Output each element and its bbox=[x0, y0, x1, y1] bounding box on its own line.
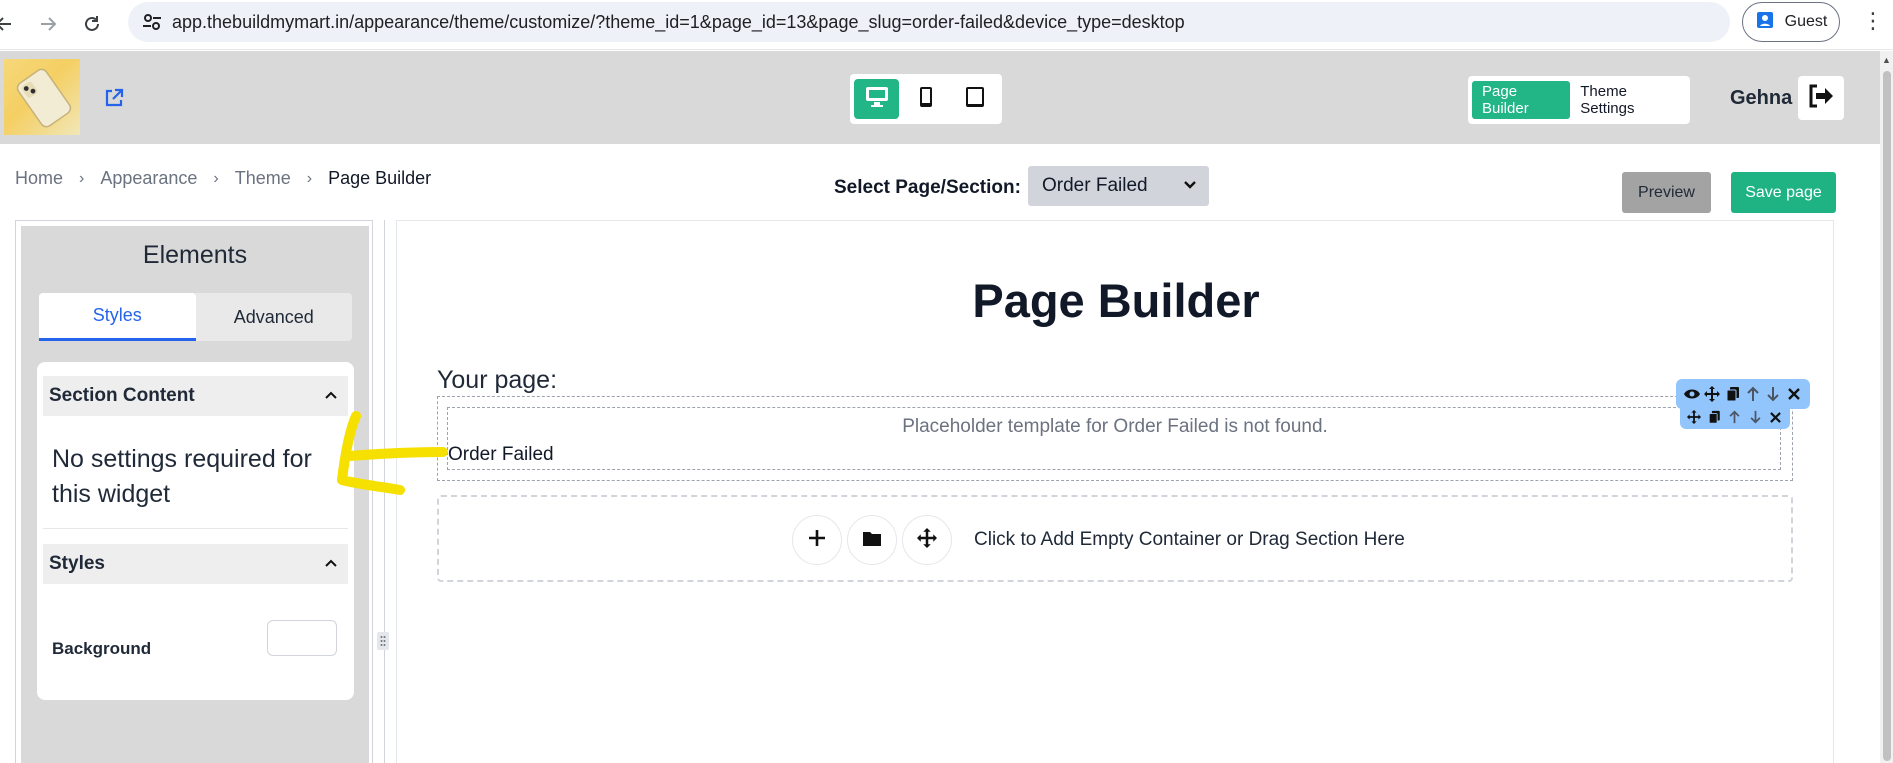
open-library-button[interactable] bbox=[847, 515, 897, 565]
preview-button[interactable]: Preview bbox=[1622, 172, 1711, 213]
arrow-down-icon[interactable] bbox=[1764, 385, 1782, 403]
folder-icon bbox=[862, 529, 882, 552]
chevron-right-icon: › bbox=[213, 169, 219, 187]
store-logo bbox=[4, 59, 80, 135]
styles-section-header[interactable]: Styles bbox=[43, 544, 348, 584]
dropzone-text: Click to Add Empty Container or Drag Sec… bbox=[974, 529, 1405, 550]
section-widget[interactable]: Placeholder template for Order Failed is… bbox=[447, 407, 1781, 470]
copy-icon[interactable] bbox=[1724, 385, 1742, 403]
external-link-icon[interactable] bbox=[103, 87, 125, 114]
reload-icon[interactable] bbox=[78, 10, 106, 38]
move-icon[interactable] bbox=[1685, 408, 1703, 426]
sidebar-title: Elements bbox=[142, 241, 248, 269]
page-section-select[interactable]: Order Failed bbox=[1028, 166, 1209, 206]
chevron-up-icon bbox=[324, 386, 338, 408]
page-select-value: Order Failed bbox=[1042, 175, 1148, 196]
close-icon[interactable] bbox=[1785, 385, 1803, 403]
logout-icon bbox=[1808, 84, 1834, 113]
tab-styles[interactable]: Styles bbox=[39, 293, 196, 341]
highlighter-annotation bbox=[335, 410, 450, 515]
widget-toolbar bbox=[1680, 405, 1790, 429]
browser-menu-icon[interactable]: ⋮ bbox=[1862, 10, 1884, 32]
no-settings-note: No settings required for this widget bbox=[52, 445, 312, 508]
profile-label: Guest bbox=[1784, 13, 1828, 30]
arrow-up-icon[interactable] bbox=[1744, 385, 1762, 403]
resize-handle-icon[interactable] bbox=[377, 632, 389, 650]
url-text: app.thebuildmymart.in/appearance/theme/c… bbox=[172, 11, 1185, 32]
widget-text: Order Failed bbox=[448, 444, 554, 465]
desktop-icon bbox=[865, 86, 889, 113]
move-icon bbox=[917, 527, 937, 553]
logout-button[interactable] bbox=[1798, 76, 1844, 120]
copy-icon[interactable] bbox=[1706, 408, 1724, 426]
background-color-picker[interactable] bbox=[267, 620, 337, 656]
app-header: Page Builder Theme Settings Gehna bbox=[0, 51, 1880, 144]
device-switcher bbox=[850, 74, 1002, 124]
arrow-down-icon[interactable] bbox=[1746, 408, 1764, 426]
breadcrumb-home[interactable]: Home bbox=[15, 168, 63, 189]
scroll-up-icon[interactable]: ▲ bbox=[1882, 55, 1891, 65]
theme-settings-tab[interactable]: Theme Settings bbox=[1570, 81, 1686, 119]
desktop-view-button[interactable] bbox=[854, 79, 900, 119]
eye-icon[interactable] bbox=[1683, 385, 1701, 403]
styles-section-title: Styles bbox=[49, 553, 105, 574]
save-page-button[interactable]: Save page bbox=[1731, 172, 1836, 213]
chevron-right-icon: › bbox=[306, 169, 313, 187]
chevron-up-icon bbox=[324, 554, 338, 576]
plus-icon bbox=[808, 529, 826, 552]
section-content-header[interactable]: Section Content bbox=[43, 376, 348, 416]
breadcrumb-appearance[interactable]: Appearance bbox=[100, 168, 197, 189]
move-icon[interactable] bbox=[1703, 385, 1721, 403]
back-arrow-icon[interactable] bbox=[0, 10, 18, 38]
tablet-view-button[interactable] bbox=[953, 79, 998, 119]
close-icon[interactable] bbox=[1767, 408, 1785, 426]
add-container-button[interactable] bbox=[792, 515, 842, 565]
browser-toolbar: app.thebuildmymart.in/appearance/theme/c… bbox=[0, 0, 1893, 50]
page-builder-tab[interactable]: Page Builder bbox=[1472, 81, 1571, 119]
scrollbar-thumb[interactable] bbox=[1883, 71, 1891, 761]
background-label: Background bbox=[52, 639, 152, 658]
address-bar[interactable]: app.thebuildmymart.in/appearance/theme/c… bbox=[128, 2, 1730, 42]
tab-advanced[interactable]: Advanced bbox=[196, 293, 353, 341]
your-page-label: Your page: bbox=[437, 366, 558, 394]
breadcrumb-theme[interactable]: Theme bbox=[235, 168, 291, 189]
profile-icon bbox=[1755, 10, 1775, 35]
tablet-icon bbox=[965, 86, 985, 113]
site-settings-icon[interactable] bbox=[132, 2, 172, 42]
arrow-up-icon[interactable] bbox=[1726, 408, 1744, 426]
sidebar-tabs: Styles Advanced bbox=[39, 293, 352, 341]
mobile-view-button[interactable] bbox=[903, 79, 948, 119]
page-scrollbar[interactable]: ▲ bbox=[1880, 51, 1893, 763]
breadcrumb-current: Page Builder bbox=[328, 168, 432, 188]
chevron-right-icon: › bbox=[79, 169, 85, 187]
mode-switcher: Page Builder Theme Settings bbox=[1468, 76, 1690, 124]
forward-arrow-icon[interactable] bbox=[34, 10, 62, 38]
page-select-label: Select Page/Section: bbox=[834, 177, 1021, 198]
elements-sidebar: Elements Styles Advanced Section Content… bbox=[21, 226, 369, 763]
add-section-dropzone[interactable]: Click to Add Empty Container or Drag Sec… bbox=[437, 495, 1793, 582]
section-content-title: Section Content bbox=[49, 385, 195, 406]
placeholder-message: Placeholder template for Order Failed is… bbox=[902, 416, 1328, 437]
canvas-title: Page Builder bbox=[972, 274, 1260, 327]
mobile-icon bbox=[918, 86, 934, 113]
builder-canvas: Page Builder Your page: Placeholder temp… bbox=[396, 220, 1834, 763]
panel-divider bbox=[43, 528, 348, 529]
drag-section-button[interactable] bbox=[902, 515, 952, 565]
profile-button[interactable]: Guest bbox=[1742, 2, 1840, 42]
breadcrumb: Home › Appearance › Theme › Page Builder bbox=[15, 168, 431, 189]
user-name: Gehna bbox=[1730, 87, 1793, 109]
chevron-down-icon bbox=[1183, 176, 1197, 198]
settings-panel: Section Content No settings required for… bbox=[37, 362, 354, 700]
